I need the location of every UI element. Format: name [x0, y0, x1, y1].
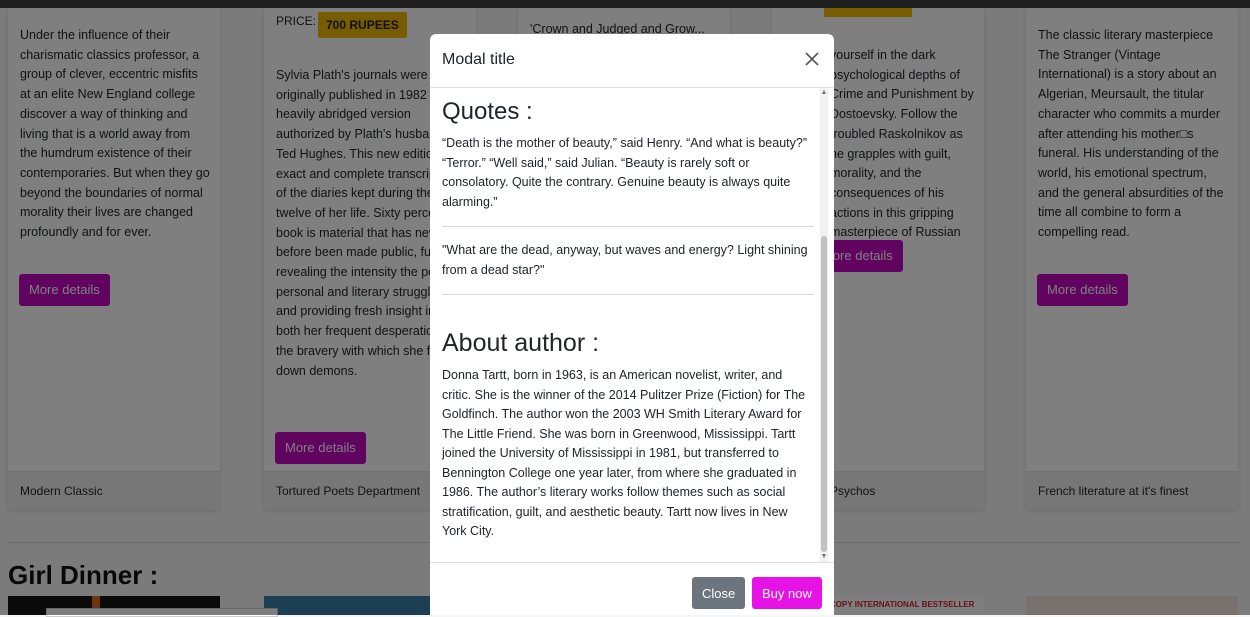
modal-scrollbar[interactable]: ▲ ▼ — [820, 88, 828, 562]
quote-item: “Death is the mother of beauty,” said He… — [442, 136, 807, 209]
modal-body[interactable]: Quotes : “Death is the mother of beauty,… — [430, 88, 834, 562]
modal-title: Modal title — [442, 51, 515, 68]
quotes-heading: Quotes : — [442, 98, 533, 125]
close-icon[interactable] — [800, 47, 824, 71]
close-button[interactable]: Close — [692, 577, 746, 609]
modal-header: Modal title — [430, 34, 834, 88]
scrollbar-thumb[interactable] — [821, 236, 827, 552]
scroll-down-arrow-icon[interactable]: ▼ — [820, 552, 828, 562]
modal-footer: Close Buy now — [430, 562, 834, 615]
quote-divider — [442, 294, 814, 295]
quote-item: "What are the dead, anyway, but waves an… — [442, 243, 808, 277]
about-author-heading: About author : — [442, 329, 600, 357]
page-top-bar — [0, 0, 1250, 8]
about-author-text: Donna Tartt, born in 1963, is an America… — [442, 368, 806, 538]
modal-content: Quotes : “Death is the mother of beauty,… — [442, 88, 814, 542]
scroll-up-arrow-icon[interactable]: ▲ — [820, 88, 828, 98]
buy-now-button[interactable]: Buy now — [752, 577, 822, 609]
book-details-modal: Modal title Quotes : “Death is the mothe… — [430, 34, 834, 615]
